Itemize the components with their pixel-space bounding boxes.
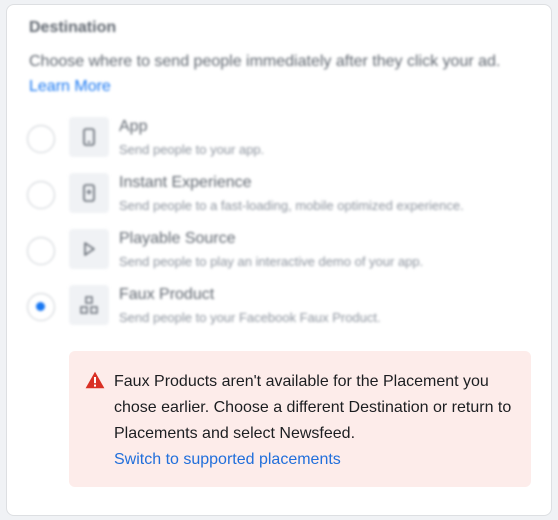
warning-message: Faux Products aren't available for the P… [114, 373, 512, 442]
destination-card: Destination Choose where to send people … [6, 4, 552, 516]
option-label: App [119, 118, 148, 135]
destination-option-playable-source[interactable]: Playable Source Send people to play an i… [27, 229, 537, 279]
radio-faux-product[interactable] [27, 293, 55, 321]
destination-option-instant-experience[interactable]: Instant Experience Send people to a fast… [27, 173, 537, 223]
option-sublabel: Send people to your Facebook Faux Produc… [119, 310, 381, 325]
placement-warning-box: Faux Products aren't available for the P… [69, 351, 531, 487]
section-description: Choose where to send people immediately … [29, 49, 539, 99]
switch-placements-link[interactable]: Switch to supported placements [114, 451, 341, 469]
description-text: Choose where to send people immediately … [29, 53, 501, 70]
shapes-icon [69, 285, 109, 325]
warning-triangle-icon [85, 371, 105, 394]
option-sublabel: Send people to your app. [119, 142, 265, 157]
destination-option-faux-product[interactable]: Faux Product Send people to your Faceboo… [27, 285, 537, 335]
option-label: Playable Source [119, 230, 236, 247]
section-title: Destination [29, 19, 117, 36]
option-sublabel: Send people to play an interactive demo … [119, 254, 424, 269]
phone-icon [69, 117, 109, 157]
play-icon [69, 229, 109, 269]
instant-experience-icon [69, 173, 109, 213]
radio-instant-experience[interactable] [27, 181, 55, 209]
option-label: Faux Product [119, 286, 215, 303]
radio-playable-source[interactable] [27, 237, 55, 265]
learn-more-link[interactable]: Learn More [29, 78, 111, 95]
destination-option-app[interactable]: App Send people to your app. [27, 117, 537, 167]
option-label: Instant Experience [119, 174, 252, 191]
radio-app[interactable] [27, 125, 55, 153]
option-sublabel: Send people to a fast-loading, mobile op… [119, 198, 464, 213]
